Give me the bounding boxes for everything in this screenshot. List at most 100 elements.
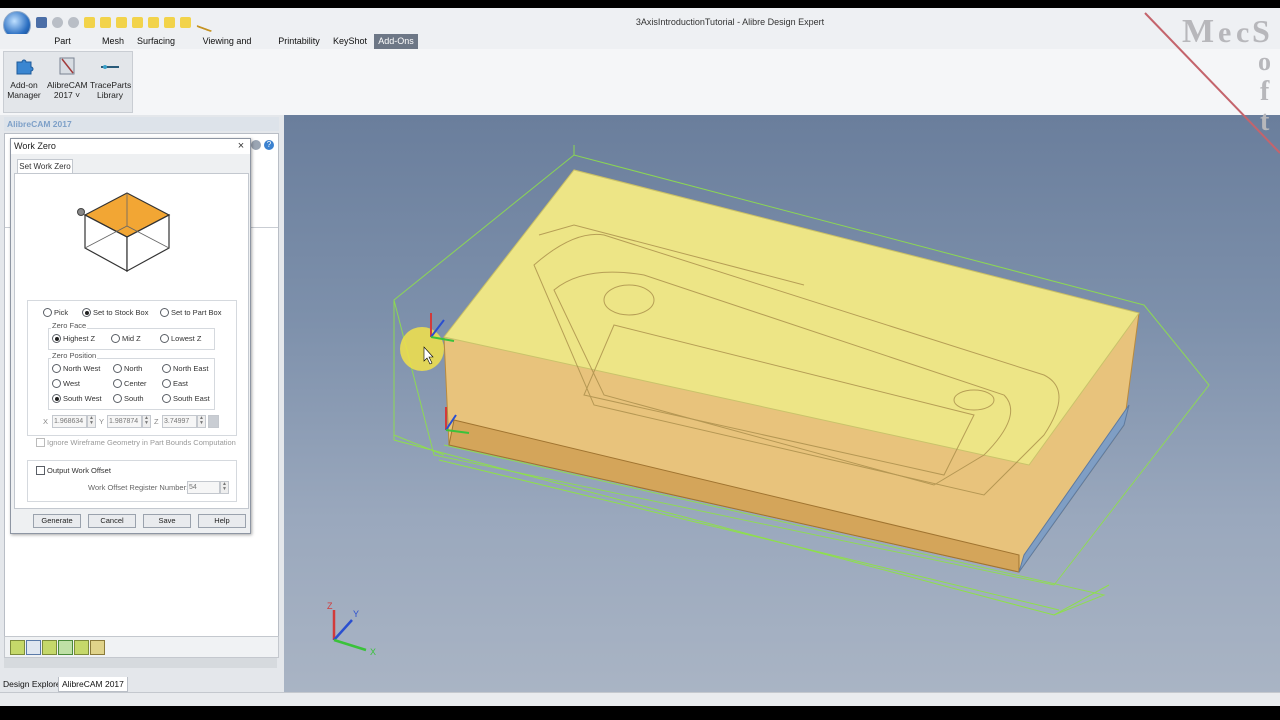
- pick-label: Pick: [54, 308, 69, 317]
- panel-toolbar: [4, 636, 279, 658]
- z-label: Z: [154, 417, 159, 426]
- bottom-tab-bar: Design Explorer AlibreCAM 2017: [0, 677, 284, 692]
- offset-register-field[interactable]: 54: [187, 481, 220, 494]
- dialog-page: Pick Set to Stock Box Set to Part Box Ze…: [14, 173, 249, 509]
- ignore-wireframe-label: Ignore Wireframe Geometry in Part Bounds…: [47, 438, 236, 447]
- add-on-manager-button[interactable]: Add-on Manager: [4, 52, 44, 112]
- z-spinner[interactable]: ▲ ▼: [197, 415, 206, 428]
- watermark-o: o: [1258, 47, 1271, 76]
- offset-register-spinner[interactable]: ▲ ▼: [220, 481, 229, 494]
- add-on-manager-label: Add-on Manager: [7, 80, 41, 100]
- highest-z-radio[interactable]: Highest Z: [52, 334, 95, 343]
- y-label: Y: [99, 417, 105, 426]
- svg-text:Y: Y: [353, 609, 359, 619]
- north-west-radio[interactable]: North West: [52, 364, 100, 373]
- south-east-radio[interactable]: South East: [162, 394, 210, 403]
- east-radio[interactable]: East: [162, 379, 188, 388]
- tab-alibrecam[interactable]: AlibreCAM 2017: [58, 677, 128, 692]
- settings-icon[interactable]: [251, 140, 261, 150]
- watermark-t: t: [1260, 106, 1270, 137]
- y-coordinate-field[interactable]: 1.987874: [107, 415, 142, 428]
- north-label: North: [124, 364, 143, 373]
- ignore-wireframe-checkbox[interactable]: Ignore Wireframe Geometry in Part Bounds…: [36, 438, 236, 447]
- window-title: 3AxisIntroductionTutorial - Alibre Desig…: [635, 17, 825, 27]
- lowest-z-label: Lowest Z: [171, 334, 202, 343]
- alibrecam-icon: [59, 57, 75, 75]
- properties-icon[interactable]: [164, 17, 175, 28]
- x-label: X: [43, 417, 49, 426]
- save-icon[interactable]: [36, 17, 47, 28]
- lowest-z-radio[interactable]: Lowest Z: [160, 334, 201, 343]
- tab-viewing-analysis[interactable]: Viewing and Analysis: [186, 34, 268, 61]
- alibrecam-button[interactable]: AlibreCAM 2017 ˅: [47, 52, 88, 112]
- tab-mesh[interactable]: Mesh: [98, 34, 128, 49]
- tab-add-ons[interactable]: Add-Ons: [374, 34, 418, 49]
- save-button[interactable]: Save: [143, 514, 191, 528]
- traceparts-icon: [101, 65, 119, 69]
- work-zero-icon[interactable]: [90, 640, 105, 655]
- zero-position-title: Zero Position: [51, 351, 98, 360]
- new-drawing-icon[interactable]: [132, 17, 143, 28]
- generate-button[interactable]: Generate: [33, 514, 81, 528]
- output-work-offset-checkbox[interactable]: Output Work Offset: [36, 466, 111, 475]
- work-zero-dialog: Work Zero × Set Work Zero Pick Set to St…: [10, 138, 251, 534]
- traceparts-library-button[interactable]: TraceParts Library: [90, 52, 131, 112]
- measure-icon[interactable]: [196, 14, 216, 33]
- redo-icon[interactable]: [68, 17, 79, 28]
- tab-surfacing[interactable]: Surfacing: [136, 34, 176, 49]
- north-radio[interactable]: North: [113, 364, 142, 373]
- ribbon-group-add-ons: Add-on Manager AlibreCAM 2017 ˅ TracePar…: [3, 51, 133, 113]
- tab-set-work-zero[interactable]: Set Work Zero: [17, 159, 73, 174]
- dialog-title-bar[interactable]: Work Zero ×: [11, 139, 250, 154]
- pick-point-icon[interactable]: [208, 415, 219, 428]
- feeds-speeds-icon[interactable]: [74, 640, 89, 655]
- svg-text:X: X: [370, 647, 376, 657]
- north-east-radio[interactable]: North East: [162, 364, 208, 373]
- stock-icon[interactable]: [42, 640, 57, 655]
- undo-icon[interactable]: [52, 17, 63, 28]
- svg-text:Z: Z: [327, 601, 333, 611]
- tab-part-modeling[interactable]: Part Modeling: [35, 34, 90, 61]
- south-west-radio[interactable]: South West: [52, 394, 102, 403]
- east-label: East: [173, 379, 189, 388]
- machine-setup-icon[interactable]: [10, 640, 25, 655]
- tab-keyshot[interactable]: KeyShot: [331, 34, 369, 49]
- status-bar: [0, 692, 1280, 707]
- pick-radio[interactable]: Pick: [43, 308, 68, 317]
- x-spinner[interactable]: ▲ ▼: [87, 415, 96, 428]
- center-label: Center: [124, 379, 147, 388]
- south-radio[interactable]: South: [113, 394, 144, 403]
- watermark-c: c: [1236, 16, 1249, 49]
- y-spinner[interactable]: ▲ ▼: [142, 415, 151, 428]
- center-radio[interactable]: Center: [113, 379, 147, 388]
- south-west-label: South West: [63, 394, 102, 403]
- cancel-button[interactable]: Cancel: [88, 514, 136, 528]
- west-radio[interactable]: West: [52, 379, 80, 388]
- mecsoft-watermark: M e c S o f t: [1144, 12, 1280, 154]
- z-coordinate-field[interactable]: 3.74997: [162, 415, 197, 428]
- new-assembly-icon[interactable]: [100, 17, 111, 28]
- highest-z-label: Highest Z: [63, 334, 96, 343]
- close-icon[interactable]: ×: [236, 139, 246, 154]
- post-icon[interactable]: [58, 640, 73, 655]
- x-coordinate-field[interactable]: 1.968634: [52, 415, 87, 428]
- stock-box-radio[interactable]: Set to Stock Box: [82, 308, 148, 317]
- mid-z-radio[interactable]: Mid Z: [111, 334, 141, 343]
- screen-letterbox: [0, 706, 1280, 720]
- new-part-icon[interactable]: [84, 17, 95, 28]
- tab-design-explorer[interactable]: Design Explorer: [0, 677, 66, 691]
- help-icon[interactable]: ?: [264, 140, 274, 150]
- new-sheet-icon[interactable]: [148, 17, 159, 28]
- open-icon[interactable]: [116, 17, 127, 28]
- panel-scrollbar[interactable]: [4, 658, 277, 668]
- panel-title: AlibreCAM 2017: [4, 117, 279, 131]
- work-zero-highlight: [400, 327, 444, 371]
- part-box-radio[interactable]: Set to Part Box: [160, 308, 221, 317]
- cad-model-view[interactable]: Z Y X: [284, 115, 1280, 692]
- tab-printability[interactable]: Printability: [276, 34, 322, 49]
- tool-library-icon[interactable]: [26, 640, 41, 655]
- 3d-viewport[interactable]: Z Y X: [284, 115, 1280, 692]
- options-icon[interactable]: [180, 17, 191, 28]
- help-button[interactable]: Help: [198, 514, 246, 528]
- watermark-m: M: [1182, 13, 1214, 50]
